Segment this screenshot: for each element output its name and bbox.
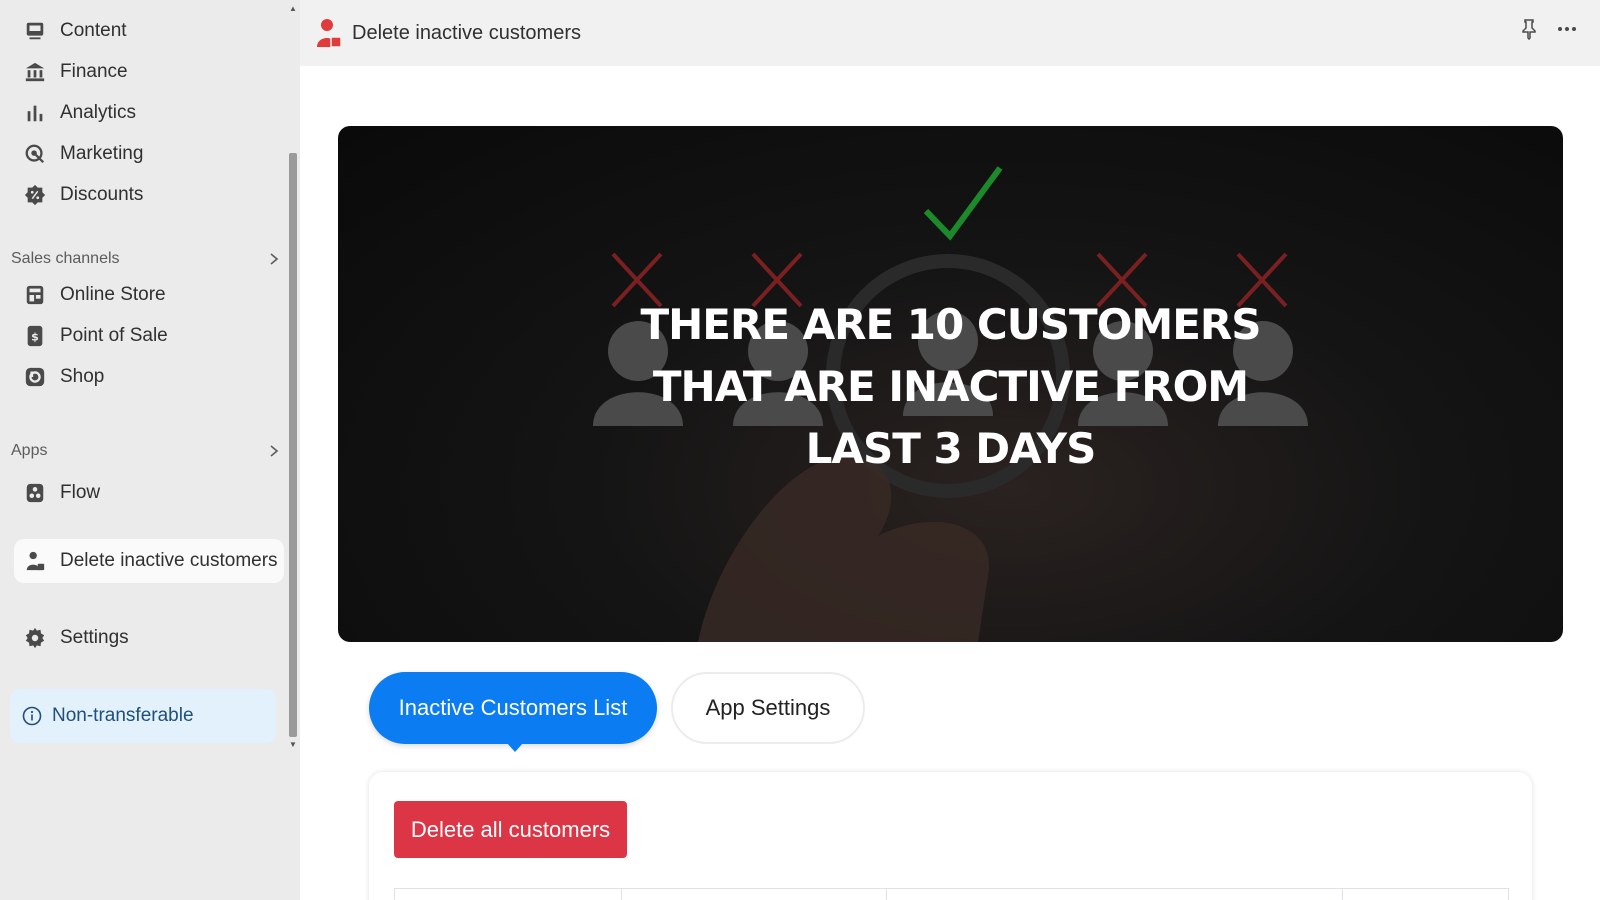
bank-icon — [22, 59, 48, 85]
customers-table-header — [394, 888, 1509, 900]
main-content: THERE ARE 10 CUSTOMERS THAT ARE INACTIVE… — [300, 66, 1600, 900]
hero-banner: THERE ARE 10 CUSTOMERS THAT ARE INACTIVE… — [338, 126, 1563, 642]
table-header-cell — [1343, 889, 1508, 900]
sidebar-item-flow[interactable]: Flow — [22, 476, 100, 510]
sidebar-item-point-of-sale[interactable]: $ Point of Sale — [22, 319, 168, 353]
sidebar-item-label: Discounts — [60, 184, 144, 205]
sidebar-item-label: Online Store — [60, 284, 166, 305]
sidebar-scrollbar[interactable] — [289, 153, 297, 737]
sidebar-item-online-store[interactable]: Online Store — [22, 278, 166, 312]
customers-card: Delete all customers — [369, 772, 1532, 900]
hero-line: LAST 3 DAYS — [805, 424, 1097, 473]
sidebar-item-label: Shop — [60, 366, 105, 387]
more-options-icon[interactable] — [1556, 18, 1578, 40]
sidebar-item-delete-inactive-customers[interactable]: Delete inactive customers — [22, 544, 278, 578]
chevron-right-icon — [270, 445, 279, 457]
discount-badge-icon — [22, 182, 48, 208]
store-icon — [22, 282, 48, 308]
hero-line: THERE ARE 10 CUSTOMERS — [640, 300, 1262, 349]
sidebar-item-label: Flow — [60, 482, 101, 503]
non-transferable-banner[interactable]: Non-transferable — [10, 689, 276, 743]
sidebar-item-label: Analytics — [60, 102, 137, 123]
scroll-up-arrow[interactable]: ▲ — [289, 4, 297, 13]
scroll-down-arrow[interactable]: ▼ — [289, 740, 297, 749]
sidebar-item-label: Settings — [60, 627, 129, 648]
app-user-delete-icon — [317, 19, 342, 48]
svg-text:$: $ — [31, 331, 39, 344]
gear-icon — [22, 625, 48, 651]
sidebar: Content Finance Analytics Marketing Disc… — [0, 0, 300, 900]
table-header-cell — [887, 889, 1343, 900]
tab-inactive-customers-list[interactable]: Inactive Customers List — [369, 672, 657, 752]
tab-bar: Inactive Customers List App Settings — [369, 672, 865, 752]
flow-icon — [22, 480, 48, 506]
sidebar-item-label: Finance — [60, 61, 128, 82]
sidebar-item-finance[interactable]: Finance — [22, 55, 128, 89]
apps-header[interactable]: Apps — [11, 442, 281, 460]
sidebar-item-label: Delete inactive customers — [60, 550, 278, 571]
sidebar-item-label: Marketing — [60, 143, 144, 164]
sidebar-item-content[interactable]: Content — [22, 14, 127, 48]
delete-all-customers-button[interactable]: Delete all customers — [394, 801, 627, 858]
shop-icon — [22, 364, 48, 390]
pin-icon[interactable] — [1518, 18, 1540, 40]
table-header-cell — [622, 889, 887, 900]
sidebar-item-shop[interactable]: Shop — [22, 360, 104, 394]
sidebar-item-label: Content — [60, 20, 127, 41]
sidebar-item-label: Point of Sale — [60, 325, 168, 346]
sidebar-item-analytics[interactable]: Analytics — [22, 96, 136, 130]
sidebar-item-discounts[interactable]: Discounts — [22, 178, 143, 212]
app-header: Delete inactive customers — [300, 0, 1600, 66]
user-delete-icon — [22, 548, 48, 574]
target-icon — [22, 141, 48, 167]
non-transferable-label: Non-transferable — [52, 705, 194, 726]
content-icon — [22, 18, 48, 44]
page-title: Delete inactive customers — [352, 21, 581, 44]
table-header-cell — [395, 889, 622, 900]
pos-icon: $ — [22, 323, 48, 349]
bar-chart-icon — [22, 100, 48, 126]
header-actions — [1518, 18, 1578, 40]
hero-message: THERE ARE 10 CUSTOMERS THAT ARE INACTIVE… — [338, 294, 1563, 480]
section-label: Apps — [11, 442, 48, 459]
hero-line: THAT ARE INACTIVE FROM — [652, 362, 1249, 411]
sidebar-item-settings[interactable]: Settings — [22, 621, 129, 655]
section-label: Sales channels — [11, 250, 120, 267]
info-icon — [22, 706, 42, 726]
sidebar-item-marketing[interactable]: Marketing — [22, 137, 143, 171]
tab-app-settings[interactable]: App Settings — [671, 672, 865, 744]
sales-channels-header[interactable]: Sales channels — [11, 250, 281, 268]
chevron-right-icon — [270, 253, 279, 265]
